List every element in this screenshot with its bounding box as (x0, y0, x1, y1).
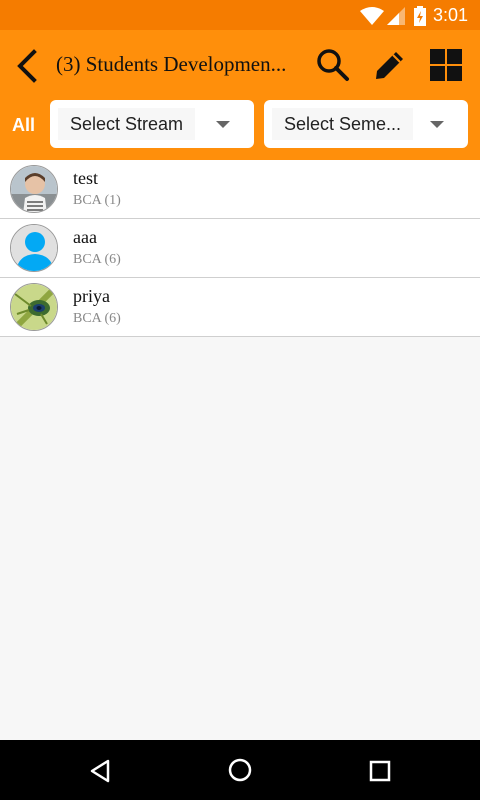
all-filter-button[interactable]: All (12, 115, 35, 136)
list-item[interactable]: test BCA (1) (0, 160, 480, 219)
student-name: test (73, 168, 98, 188)
stream-select[interactable]: Select Stream (50, 100, 254, 148)
student-detail: BCA (1) (73, 193, 121, 208)
stream-select-label: Select Stream (58, 108, 196, 140)
app-toolbar: (3) Students Developmen... (0, 30, 480, 100)
semester-select[interactable]: Select Seme... (264, 100, 468, 148)
status-bar: 3:01 (0, 0, 480, 30)
wifi-icon (360, 7, 384, 25)
battery-charging-icon (414, 6, 426, 26)
page-title: (3) Students Developmen... (56, 52, 287, 76)
nav-recents-icon[interactable] (366, 757, 394, 785)
arrow-back-icon[interactable] (12, 48, 44, 84)
student-name: aaa (73, 227, 97, 247)
nav-back-icon[interactable] (86, 757, 114, 785)
student-detail: BCA (6) (73, 252, 121, 267)
search-icon[interactable] (315, 47, 351, 83)
filter-bar: All Select Stream Select Seme... (0, 100, 480, 160)
avatar (10, 224, 58, 272)
student-name: priya (73, 286, 110, 306)
list-item[interactable]: priya BCA (6) (0, 278, 480, 337)
signal-icon (387, 7, 405, 25)
student-list: test BCA (1) aaa BCA (6) priya BCA (6) (0, 160, 480, 337)
avatar-photo (11, 166, 57, 212)
list-item[interactable]: aaa BCA (6) (0, 219, 480, 278)
dropdown-arrow-icon (430, 121, 444, 128)
semester-select-label: Select Seme... (272, 108, 414, 140)
avatar (10, 165, 58, 213)
system-nav-bar (0, 740, 480, 800)
avatar-photo (11, 284, 57, 330)
pencil-icon[interactable] (372, 47, 408, 83)
status-time: 3:01 (432, 5, 468, 25)
dropdown-arrow-icon (216, 121, 230, 128)
nav-home-icon[interactable] (226, 756, 254, 784)
grid-view-icon[interactable] (428, 47, 464, 83)
default-person-icon (11, 225, 57, 271)
avatar (10, 283, 58, 331)
student-detail: BCA (6) (73, 311, 121, 326)
